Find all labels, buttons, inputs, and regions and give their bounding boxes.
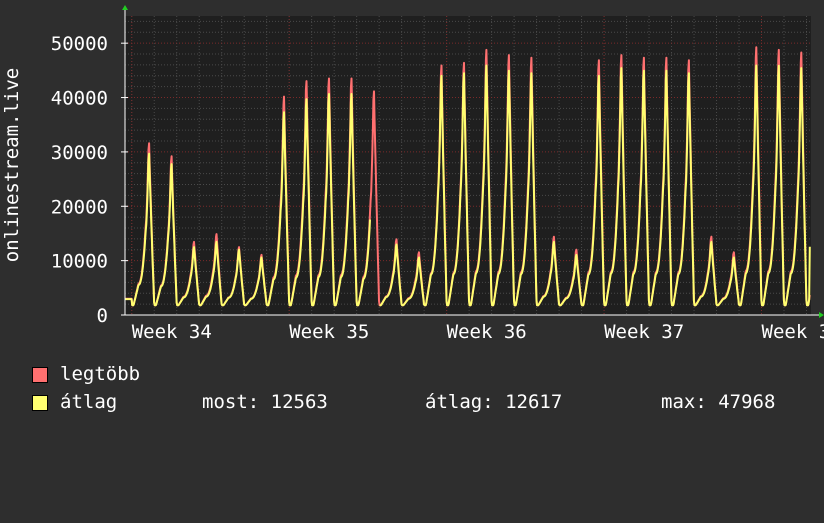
y-tick-label: 20000 [51,196,108,218]
x-tick-label: Week 35 [289,321,369,343]
x-tick-label: Week 37 [604,321,684,343]
legend-swatch-max [32,367,48,383]
y-tick-label: 0 [97,305,108,327]
y-tick-label: 50000 [51,33,108,55]
stat-current: most: 12563 [202,391,328,413]
legend-label-avg: átlag [60,391,118,413]
legend-label-max: legtöbb [60,363,141,385]
y-tick-label: 40000 [51,88,108,110]
y-axis-label: onlinestream.live [1,68,23,262]
legend-item-avg: átlag most: 12563 átlag: 12617 max: 4796… [32,391,822,413]
y-tick-label: 30000 [51,142,108,164]
x-tick-label: Week 34 [132,321,212,343]
legend-item-max: legtöbb [32,363,140,385]
x-tick-label: Week 36 [447,321,527,343]
legend-swatch-avg [32,395,48,411]
y-tick-label: 10000 [51,251,108,273]
stat-average: átlag: 12617 [425,391,563,413]
stat-max: max: 47968 [661,391,776,413]
x-tick-label: Week 38 [762,321,824,343]
